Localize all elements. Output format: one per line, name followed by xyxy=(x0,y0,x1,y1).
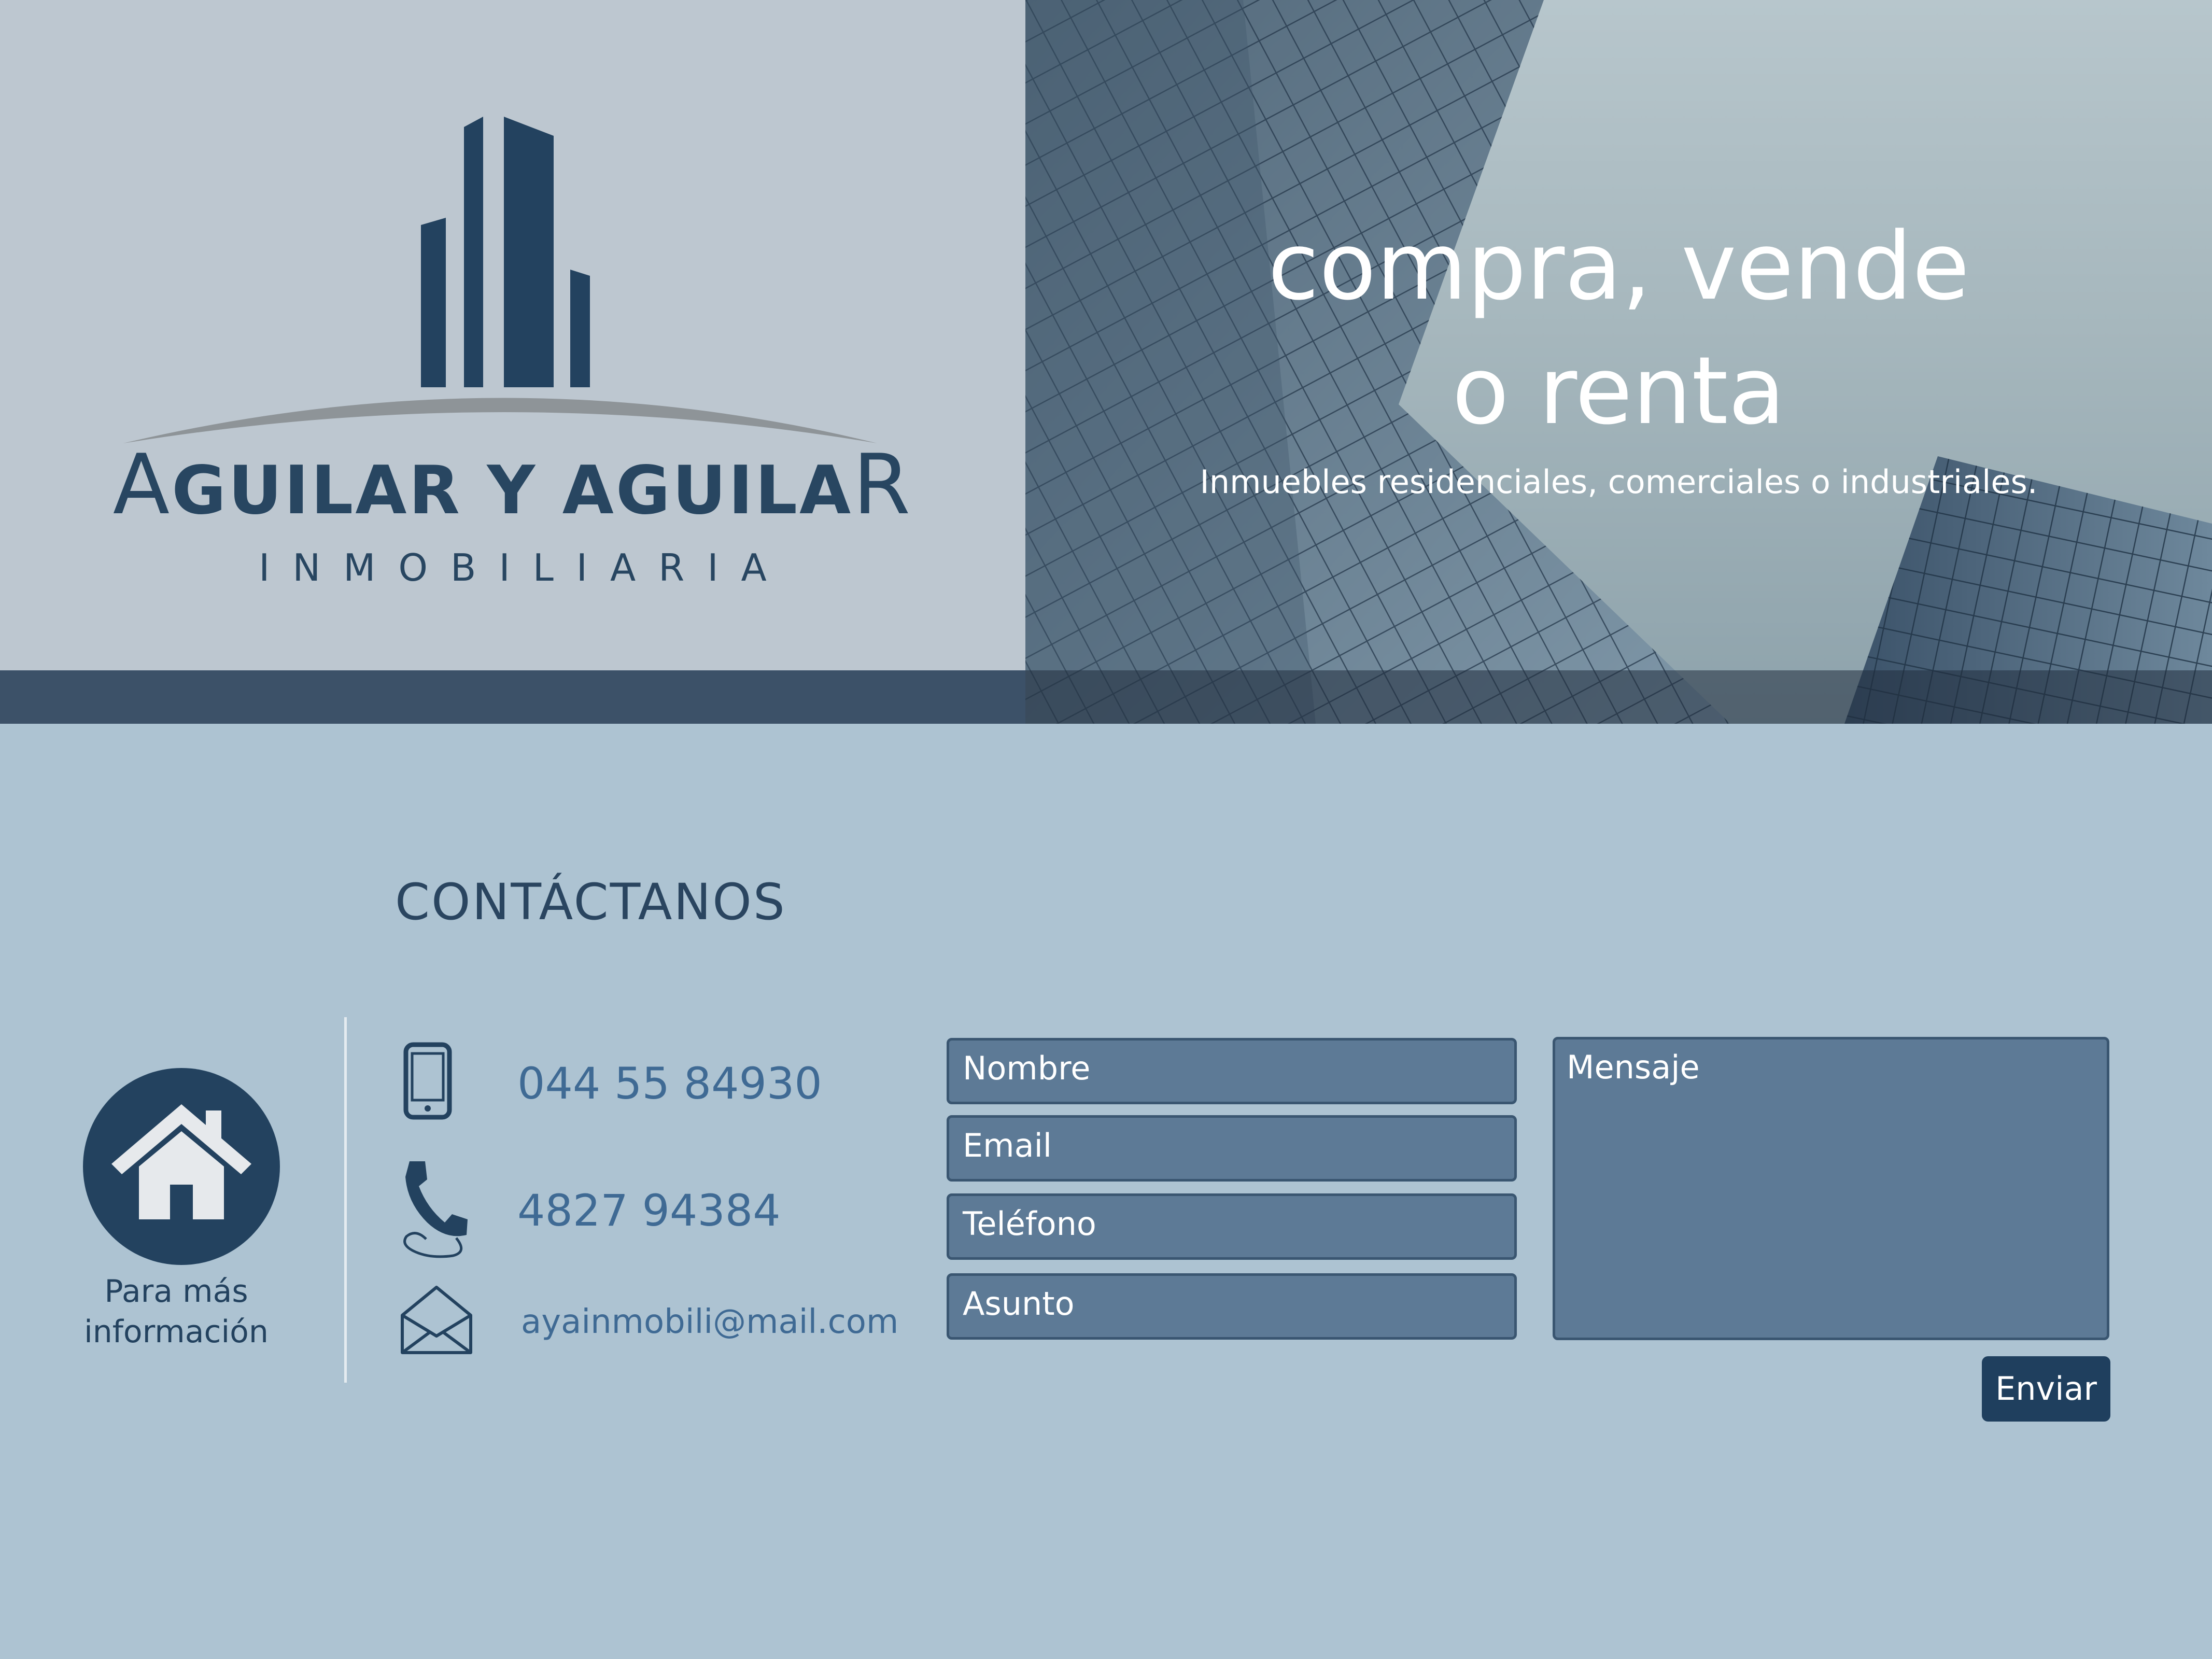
send-button[interactable]: Enviar xyxy=(1982,1356,2110,1422)
mobile-phone-icon xyxy=(403,1042,452,1120)
hero-headline: compra, vende o renta xyxy=(1025,205,2212,454)
subject-field[interactable]: Asunto xyxy=(947,1273,1517,1340)
info-caption: Para más información xyxy=(84,1273,269,1350)
contact-divider xyxy=(344,1017,347,1383)
building-logo-icon xyxy=(123,117,877,443)
home-icon xyxy=(111,1104,251,1219)
email-field[interactable]: Email xyxy=(947,1115,1517,1182)
hero-headline-line2: o renta xyxy=(1452,337,1786,445)
hero-headline-line1: compra, vende xyxy=(1267,213,1970,321)
envelope-icon xyxy=(401,1286,472,1354)
brand-name: AGUILAR Y AGUILAR xyxy=(112,436,913,533)
message-field[interactable]: Mensaje xyxy=(1553,1037,2109,1340)
brand-tagline: INMOBILIARIA xyxy=(259,546,790,589)
hero-subtitle: Inmuebles residenciales, comerciales o i… xyxy=(1200,463,2038,501)
phone-field[interactable]: Teléfono xyxy=(947,1193,1517,1260)
name-field[interactable]: Nombre xyxy=(947,1038,1517,1104)
mobile-number[interactable]: 044 55 84930 xyxy=(517,1058,822,1109)
hero-stripe xyxy=(1025,670,2212,724)
landline-number[interactable]: 4827 94384 xyxy=(517,1185,781,1236)
logo-panel: AGUILAR Y AGUILAR INMOBILIARIA xyxy=(0,0,1025,670)
email-address[interactable]: ayainmobili@mail.com xyxy=(521,1301,898,1343)
info-home-button[interactable] xyxy=(83,1068,280,1265)
telephone-icon xyxy=(403,1161,468,1258)
header-stripe xyxy=(0,670,1025,724)
contact-title: CONTÁCTANOS xyxy=(395,873,786,931)
hero-banner: compra, vende o renta Inmuebles residenc… xyxy=(1025,0,2212,724)
